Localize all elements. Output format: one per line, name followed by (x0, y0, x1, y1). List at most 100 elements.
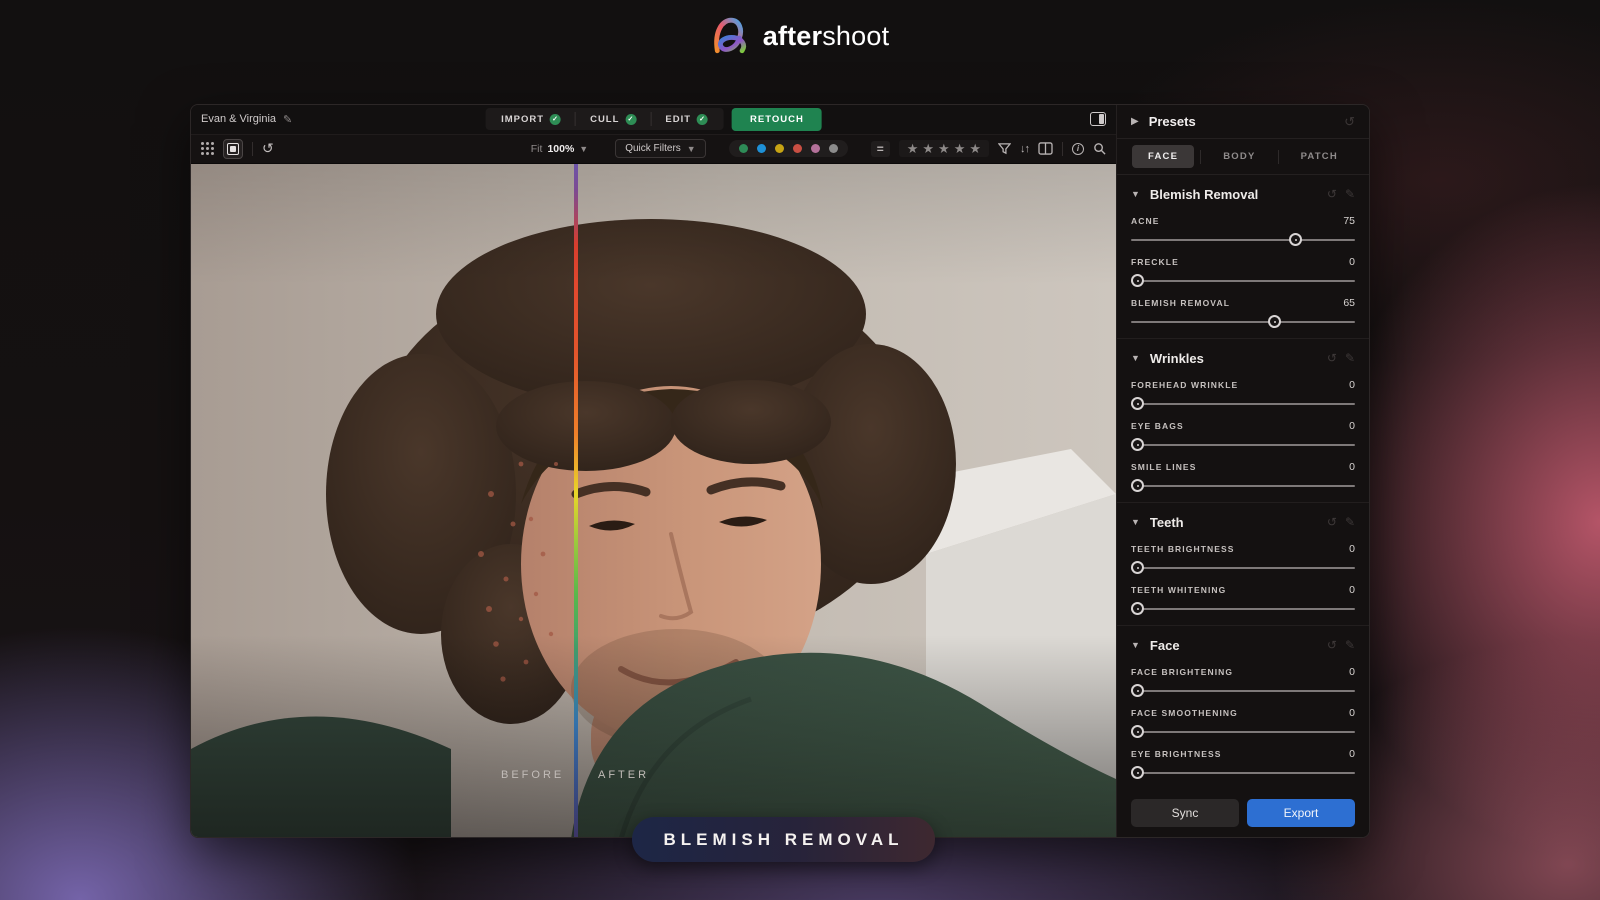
section-header[interactable]: ▼Teeth↺✎ (1131, 512, 1355, 532)
rating-equals-icon[interactable]: = (871, 141, 890, 157)
photo-canvas[interactable]: BEFORE AFTER (191, 164, 1116, 837)
sync-button[interactable]: Sync (1131, 799, 1239, 827)
slider-track[interactable] (1131, 396, 1355, 411)
slider-track[interactable] (1131, 560, 1355, 575)
slider-eye-bags: EYE BAGS0 (1131, 420, 1355, 452)
star-icon[interactable]: ★ (922, 142, 934, 155)
retouch-step-button[interactable]: RETOUCH (732, 108, 822, 131)
slider-track[interactable] (1131, 724, 1355, 739)
edit-project-name-icon[interactable]: ✎ (283, 113, 292, 126)
slider-track[interactable] (1131, 273, 1355, 288)
export-button[interactable]: Export (1247, 799, 1355, 827)
grid-view-icon[interactable] (201, 142, 214, 155)
step-done-icon: ✓ (550, 114, 561, 125)
slider-freckle: FRECKLE0 (1131, 256, 1355, 288)
slider-handle[interactable] (1131, 479, 1144, 492)
color-label-dot[interactable] (775, 144, 784, 153)
reset-all-icon[interactable]: ↺ (1344, 114, 1355, 130)
toolbar-divider (1062, 142, 1063, 156)
loupe-icon[interactable] (1093, 142, 1106, 155)
section-header[interactable]: ▼Face↺✎ (1131, 635, 1355, 655)
step-done-icon: ✓ (697, 114, 708, 125)
presets-header[interactable]: ▶ Presets ↺ (1117, 105, 1369, 139)
reset-section-icon[interactable]: ↺ (1327, 187, 1337, 201)
quick-filters-dropdown[interactable]: Quick Filters ▼ (615, 139, 705, 158)
info-icon[interactable]: i (1072, 143, 1084, 155)
workflow-step-import[interactable]: IMPORT✓ (487, 112, 575, 126)
slider-label: ACNE (1131, 216, 1160, 226)
workflow-step-cull[interactable]: CULL✓ (575, 112, 650, 126)
slider-track[interactable] (1131, 683, 1355, 698)
star-icon[interactable]: ★ (907, 142, 919, 155)
slider-handle[interactable] (1131, 766, 1144, 779)
slider-track[interactable] (1131, 437, 1355, 452)
section-title: Blemish Removal (1150, 187, 1258, 202)
tab-face[interactable]: FACE (1132, 145, 1194, 168)
before-after-divider[interactable] (574, 164, 578, 837)
slider-handle[interactable] (1131, 438, 1144, 451)
section-blemish-removal: ▼Blemish Removal↺✎ACNE75FRECKLE0BLEMISH … (1117, 175, 1369, 338)
workflow-steps: IMPORT✓CULL✓EDIT✓ (485, 108, 724, 130)
reset-section-icon[interactable]: ↺ (1327, 638, 1337, 652)
zoom-control[interactable]: Fit 100% ▼ (531, 143, 588, 155)
sort-icon[interactable]: ↓↑ (1020, 143, 1029, 155)
star-rating-filter: ★★★★★ (899, 140, 989, 157)
color-label-dot[interactable] (793, 144, 802, 153)
color-label-dot[interactable] (739, 144, 748, 153)
slider-handle[interactable] (1131, 684, 1144, 697)
slider-value: 0 (1349, 748, 1355, 760)
slider-handle[interactable] (1131, 397, 1144, 410)
slider-track[interactable] (1131, 232, 1355, 247)
slider-handle[interactable] (1131, 561, 1144, 574)
color-label-dot[interactable] (829, 144, 838, 153)
split-view-icon[interactable] (1038, 142, 1053, 155)
section-header[interactable]: ▼Blemish Removal↺✎ (1131, 184, 1355, 204)
slider-handle[interactable] (1131, 274, 1144, 287)
canvas-toolbar: ↺ Fit 100% ▼ Quick Filters ▼ = ★★★★★ ↓↑ … (191, 135, 1116, 164)
star-icon[interactable]: ★ (969, 142, 981, 155)
slider-track[interactable] (1131, 601, 1355, 616)
edit-section-icon[interactable]: ✎ (1345, 515, 1355, 529)
edit-section-icon[interactable]: ✎ (1345, 187, 1355, 201)
slider-track[interactable] (1131, 314, 1355, 329)
color-label-dot[interactable] (811, 144, 820, 153)
slider-label: EYE BAGS (1131, 421, 1184, 431)
star-icon[interactable]: ★ (938, 142, 950, 155)
slider-blemish-removal: BLEMISH REMOVAL65 (1131, 297, 1355, 329)
slider-smile-lines: SMILE LINES0 (1131, 461, 1355, 493)
quick-filters-label: Quick Filters (625, 143, 681, 154)
slider-handle[interactable] (1289, 233, 1302, 246)
slider-handle[interactable] (1131, 602, 1144, 615)
slider-label: BLEMISH REMOVAL (1131, 298, 1230, 308)
slider-track[interactable] (1131, 765, 1355, 780)
panel-toggle-icon[interactable] (1090, 112, 1106, 126)
section-title: Teeth (1150, 515, 1184, 530)
slider-handle[interactable] (1268, 315, 1281, 328)
title-bar: Evan & Virginia ✎ IMPORT✓CULL✓EDIT✓ RETO… (191, 105, 1116, 135)
history-icon[interactable]: ↺ (262, 140, 274, 157)
slider-value: 0 (1349, 379, 1355, 391)
slider-label: FOREHEAD WRINKLE (1131, 380, 1238, 390)
tab-patch[interactable]: PATCH (1285, 145, 1354, 168)
color-label-dot[interactable] (757, 144, 766, 153)
project-name-group[interactable]: Evan & Virginia ✎ (201, 113, 292, 126)
tab-body[interactable]: BODY (1207, 145, 1271, 168)
slider-handle[interactable] (1131, 725, 1144, 738)
step-label: EDIT (665, 114, 691, 125)
slider-label: SMILE LINES (1131, 462, 1196, 472)
edit-section-icon[interactable]: ✎ (1345, 638, 1355, 652)
slider-track[interactable] (1131, 478, 1355, 493)
slider-label: TEETH WHITENING (1131, 585, 1226, 595)
slider-value: 0 (1349, 543, 1355, 555)
section-face: ▼Face↺✎FACE BRIGHTENING0FACE SMOOTHENING… (1117, 625, 1369, 789)
filter-funnel-icon[interactable] (998, 142, 1011, 155)
edit-section-icon[interactable]: ✎ (1345, 351, 1355, 365)
workflow-step-edit[interactable]: EDIT ✓ (650, 112, 722, 126)
reset-section-icon[interactable]: ↺ (1327, 351, 1337, 365)
section-header[interactable]: ▼Wrinkles↺✎ (1131, 348, 1355, 368)
step-label: CULL (590, 114, 619, 125)
project-name: Evan & Virginia (201, 113, 276, 125)
star-icon[interactable]: ★ (954, 142, 966, 155)
reset-section-icon[interactable]: ↺ (1327, 515, 1337, 529)
compare-view-icon[interactable] (223, 139, 243, 159)
